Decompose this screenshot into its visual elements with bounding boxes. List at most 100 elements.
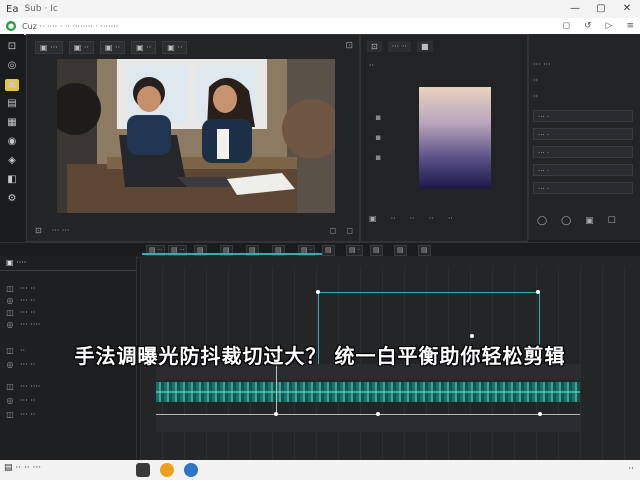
keyframe-point[interactable]	[470, 334, 474, 338]
select-tool-icon[interactable]: ⊡	[5, 41, 19, 53]
color-footer-item[interactable]: ··	[410, 214, 415, 223]
color-footer-item[interactable]: ··	[429, 214, 434, 223]
keyframe-point[interactable]	[536, 290, 540, 294]
expand-icon[interactable]: ⊡	[345, 41, 353, 51]
preview-footer-right: ◻ ◻	[330, 226, 353, 235]
play-icon[interactable]: ▷	[606, 18, 613, 34]
keyframe-point[interactable]	[376, 412, 380, 416]
color-footer-item[interactable]: ··	[448, 214, 453, 223]
timeline-range-indicator	[142, 253, 322, 255]
window-controls: — ▢ ✕	[562, 0, 640, 18]
timeline-tool-button[interactable]: ▤	[370, 245, 383, 256]
property-field[interactable]: ··· ·	[533, 164, 633, 176]
window-icon[interactable]: ◻	[563, 18, 570, 34]
close-button[interactable]: ✕	[614, 0, 640, 18]
property-field[interactable]: ··· ·	[533, 146, 633, 158]
folder-tool-icon[interactable]: ▣	[5, 79, 19, 91]
settings-gear-icon[interactable]: ⚙	[5, 193, 19, 205]
tab-preview-2[interactable]: ▣ ··	[68, 41, 94, 54]
layer-item[interactable]: ◎ ··· ····	[6, 320, 41, 329]
tab-preview-1[interactable]: ▣ ···	[35, 41, 63, 54]
color-panel-header: ⊡ ··· ·· ■	[367, 41, 433, 52]
fullscreen-icon[interactable]: ◻	[346, 226, 353, 235]
timeline-tool-button[interactable]: ▤ ·	[346, 245, 364, 256]
timeline-tool-button[interactable]: ▤	[418, 245, 431, 256]
layer-item[interactable]: ◫ ··· ··	[6, 410, 35, 419]
reset-icon[interactable]: ◯	[537, 216, 547, 226]
taskbar: ▤ ·· ·· ··· ··	[0, 460, 640, 480]
property-field[interactable]: ··· ·	[533, 110, 633, 122]
checkbox-icon[interactable]: ☐	[608, 216, 616, 226]
snapshot-icon[interactable]: ⊡	[35, 226, 42, 235]
address-bar: ● Cuz ·· ···· · ·· ········ · ······· ◻ …	[0, 18, 640, 35]
property-row[interactable]: ··· ···	[533, 60, 551, 69]
tab-preview-4[interactable]: ▣ ··	[131, 41, 157, 54]
timeline-track[interactable]	[156, 416, 580, 432]
taskbar-apps	[136, 463, 198, 477]
taskbar-start[interactable]: ▤ ·· ·· ···	[4, 463, 41, 473]
color-sample-icon[interactable]: ▪	[375, 153, 381, 163]
property-row[interactable]: ··	[533, 92, 538, 101]
property-field[interactable]: ··· ·	[533, 182, 633, 194]
layer-item[interactable]: ◫ ··· ····	[6, 382, 40, 391]
refresh-icon[interactable]: ↺	[584, 18, 592, 34]
color-sample-icon[interactable]: ▪	[375, 133, 381, 143]
grid-tool-icon[interactable]: ▦	[5, 117, 19, 129]
color-gradient-picker[interactable]	[419, 87, 491, 189]
preview-tabs: ▣ ··· ▣ ·· ▣ ·· ▣ ·· ▣ ··	[35, 41, 188, 54]
waveform-center-line	[156, 391, 580, 393]
address-bar-icons: ◻ ↺ ▷ ≡	[563, 18, 635, 34]
url-field[interactable]: Cuz ·· ···· · ·· ········ · ·······	[22, 22, 118, 31]
fit-icon[interactable]: ◻	[330, 226, 337, 235]
layer-label: ··· ··	[20, 410, 36, 419]
video-frame-image	[57, 59, 335, 213]
layer-icon: ◫	[6, 308, 14, 317]
preview-panel: ▣ ··· ▣ ·· ▣ ·· ▣ ·· ▣ ·· ⊡ ⊡ ··· ··· ◻ …	[26, 34, 360, 242]
target-tool-icon[interactable]: ◎	[5, 60, 19, 72]
layer-icon: ◫	[6, 410, 14, 419]
keyframe-point[interactable]	[274, 412, 278, 416]
tool-strip: ⊡ ◎ ▣ ▤ ▦ ◉ ◈ ◧ ⚙	[0, 34, 24, 242]
layer-item[interactable]: ◫ ··· ··	[6, 308, 35, 317]
layer-icon: ◫	[6, 284, 14, 293]
app-icon[interactable]	[184, 463, 198, 477]
color-panel-tab[interactable]: ··· ··	[387, 41, 411, 52]
window-title: Ea	[6, 3, 19, 15]
timeline-tool-button[interactable]: ▤	[394, 245, 407, 256]
color-panel-icon[interactable]: ⊡	[367, 41, 382, 52]
color-tool-icon[interactable]: ◉	[5, 136, 19, 148]
timeline-tool-button[interactable]: ▤	[322, 245, 335, 256]
maximize-button[interactable]: ▢	[588, 0, 614, 18]
layer-label: ··· ····	[20, 382, 41, 391]
browser-logo-icon: ●	[6, 21, 16, 31]
property-field[interactable]: ··· ·	[533, 128, 633, 140]
color-footer-icon[interactable]: ▣	[369, 214, 377, 223]
minimize-button[interactable]: —	[562, 0, 588, 18]
keyframe-point[interactable]	[538, 412, 542, 416]
color-footer-item[interactable]: ··	[391, 214, 396, 223]
color-panel-label: ··	[369, 61, 375, 70]
tab-preview-3[interactable]: ▣ ··	[99, 41, 126, 54]
layer-item[interactable]: ◎ ··· ··	[6, 396, 36, 405]
color-sample-icon[interactable]: ▪	[375, 113, 381, 123]
visibility-icon: ◎	[6, 396, 14, 405]
save-icon[interactable]: ▣	[585, 216, 594, 226]
video-frame[interactable]	[57, 59, 335, 213]
properties-footer: ◯ ◯ ▣ ☐	[537, 216, 616, 226]
properties-panel: ··· ··· ·· ·· ··· · ··· · ··· · ··· · ··…	[528, 34, 640, 240]
app-icon[interactable]	[160, 463, 174, 477]
layers-divider	[0, 270, 136, 271]
property-row[interactable]: ··	[533, 76, 538, 85]
media-tool-icon[interactable]: ▤	[5, 98, 19, 110]
color-swatch-icon[interactable]: ■	[416, 41, 433, 52]
sync-icon[interactable]: ◯	[561, 216, 571, 226]
menu-icon[interactable]: ≡	[626, 18, 634, 34]
window-subtitle: Sub · Ic	[24, 4, 58, 14]
layer-tool-icon[interactable]: ◧	[5, 174, 19, 186]
effect-tool-icon[interactable]: ◈	[5, 155, 19, 167]
tab-preview-5[interactable]: ▣ ··	[162, 41, 188, 54]
keyframe-point[interactable]	[316, 290, 320, 294]
layer-item[interactable]: ◫ ··· ··	[6, 284, 35, 293]
layer-item[interactable]: ◎ ··· ··	[6, 296, 36, 305]
app-icon[interactable]	[136, 463, 150, 477]
